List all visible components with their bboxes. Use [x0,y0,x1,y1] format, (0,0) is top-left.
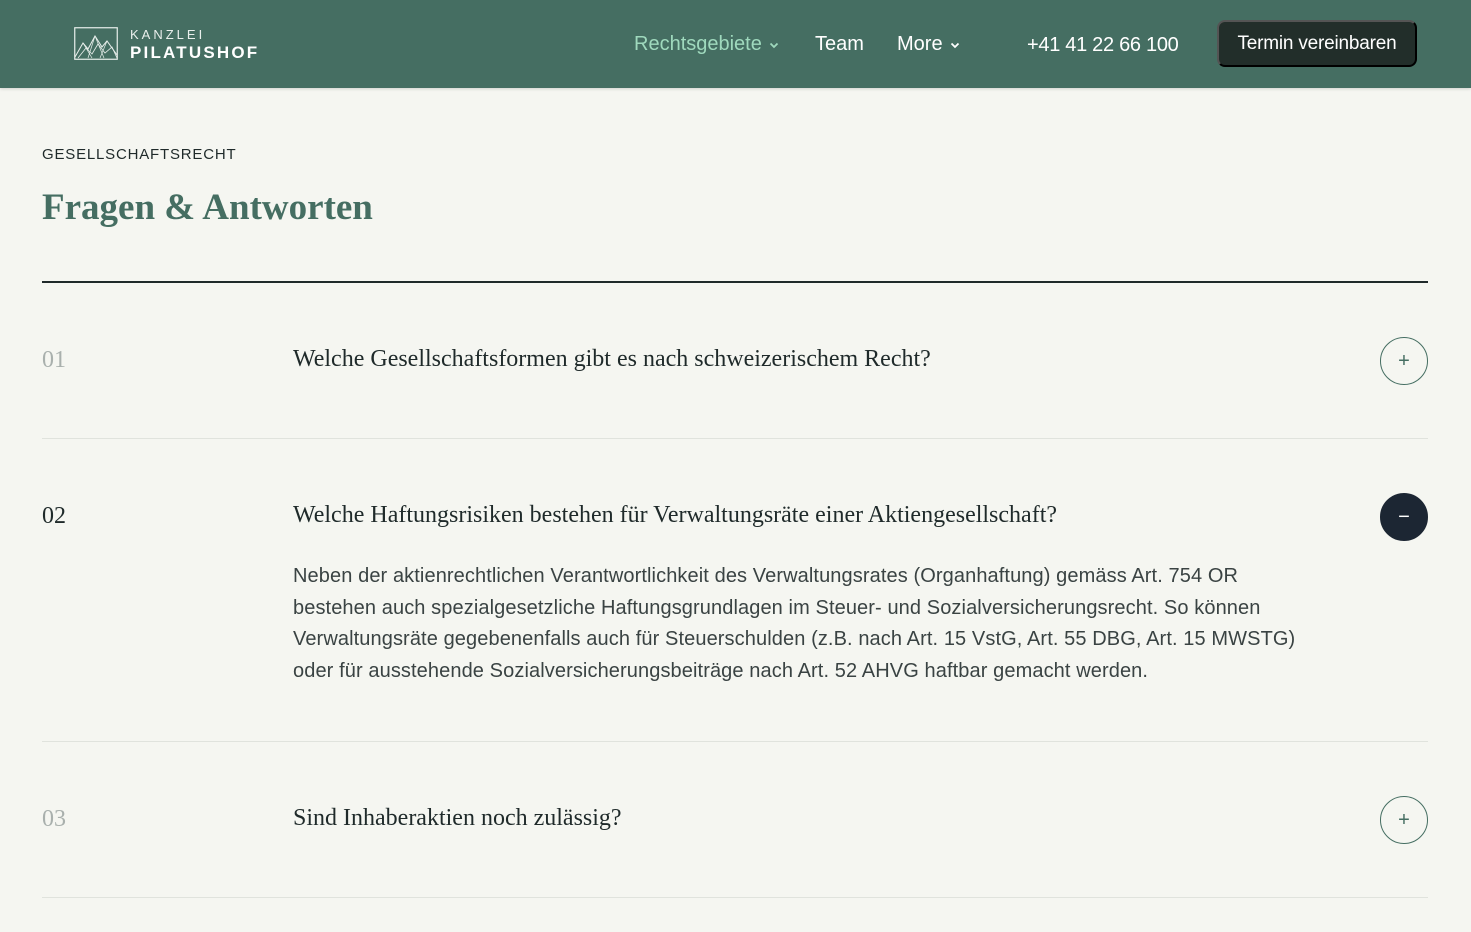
site-header: KANZLEI PILATUSHOF Rechtsgebiete Team Mo… [0,0,1471,88]
phone-link[interactable]: +41 41 22 66 100 [1027,34,1179,57]
nav-more[interactable]: More [897,33,961,56]
chevron-down-icon [950,42,959,48]
faq-question[interactable]: Sind Inhaberaktien noch zulässig? [293,805,622,832]
nav-rechtsgebiete-label: Rechtsgebiete [634,33,762,55]
faq-question[interactable]: Welche Gesellschaftsformen gibt es nach … [293,346,931,373]
collapse-icon[interactable]: − [1380,493,1428,541]
faq-item-02[interactable]: 02 Welche Haftungsrisiken bestehen für V… [42,439,1428,741]
faq-number: 01 [42,347,66,373]
faq-divider [42,897,1428,898]
faq-item-03[interactable]: 03 Sind Inhaberaktien noch zulässig? + [42,742,1428,897]
expand-icon[interactable]: + [1380,796,1428,844]
logo-line-2: PILATUSHOF [130,43,260,62]
faq-item-01[interactable]: 01 Welche Gesellschaftsformen gibt es na… [42,283,1428,438]
faq-answer: Neben der aktienrechtlichen Verantwortli… [293,565,1296,682]
mountain-logo-icon [74,27,118,60]
chevron-down-icon [769,42,779,48]
nav-rechtsgebiete[interactable]: Rechtsgebiete [634,33,780,56]
page-title: Fragen & Antworten [42,187,373,228]
faq-number: 03 [42,806,66,832]
section-eyebrow: GESELLSCHAFTSRECHT [42,146,237,163]
nav-more-label: More [897,33,943,55]
nav-team[interactable]: Team [815,33,864,56]
faq-question[interactable]: Welche Haftungsrisiken bestehen für Verw… [293,502,1057,529]
logo-line-1: KANZLEI [130,27,206,42]
termin-vereinbaren-button[interactable]: Termin vereinbaren [1217,20,1417,67]
faq-number: 02 [42,503,66,529]
nav-team-label: Team [815,33,864,55]
expand-icon[interactable]: + [1380,337,1428,385]
logo[interactable]: KANZLEI PILATUSHOF [74,27,264,63]
